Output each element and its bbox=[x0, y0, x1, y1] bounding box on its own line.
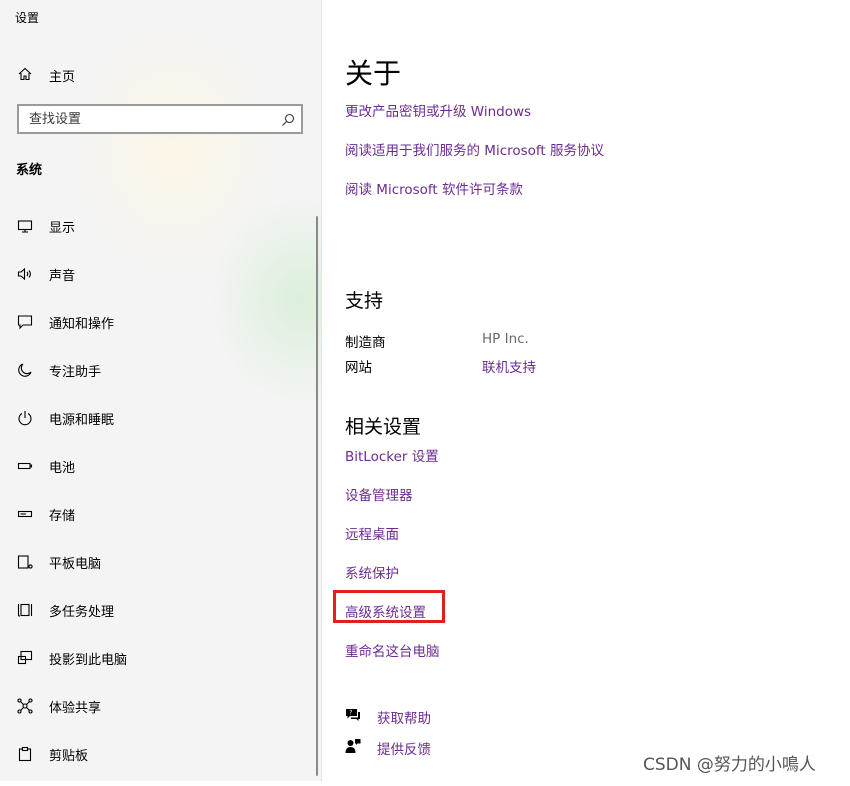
sidebar-item-projecting[interactable]: 投影到此电脑 bbox=[0, 642, 312, 690]
window-title: 设置 bbox=[15, 11, 40, 25]
feedback-icon bbox=[345, 738, 361, 754]
bitlocker-settings-link[interactable]: BitLocker 设置 bbox=[345, 445, 439, 465]
sidebar-item-storage[interactable]: 存储 bbox=[0, 498, 312, 546]
sidebar-item-label: 显示 bbox=[49, 221, 76, 236]
search-box[interactable] bbox=[17, 104, 303, 134]
change-product-key-link[interactable]: 更改产品密钥或升级 Windows bbox=[345, 100, 531, 120]
highlight-box bbox=[333, 590, 445, 623]
help-icon: ? bbox=[345, 707, 361, 723]
watermark: CSDN @努力的小鳴人 bbox=[643, 755, 816, 775]
section-title: 系统 bbox=[16, 163, 43, 178]
moon-icon bbox=[17, 362, 33, 378]
sidebar-item-multitasking[interactable]: 多任务处理 bbox=[0, 594, 312, 642]
online-support-link[interactable]: 联机支持 bbox=[482, 356, 536, 376]
multitask-icon bbox=[17, 602, 33, 618]
message-icon bbox=[17, 314, 33, 330]
website-label: 网站 bbox=[345, 360, 372, 376]
sidebar: 设置 主页 系统 显示 声音 通知和操作 bbox=[0, 0, 322, 781]
remote-desktop-link[interactable]: 远程桌面 bbox=[345, 523, 399, 543]
sidebar-item-battery[interactable]: 电池 bbox=[0, 450, 312, 498]
display-icon bbox=[17, 218, 33, 234]
support-heading: 支持 bbox=[345, 290, 384, 312]
rename-pc-link[interactable]: 重命名这台电脑 bbox=[345, 640, 440, 660]
sidebar-item-power-sleep[interactable]: 电源和睡眠 bbox=[0, 402, 312, 450]
device-manager-link[interactable]: 设备管理器 bbox=[345, 484, 413, 504]
battery-icon bbox=[17, 458, 33, 474]
license-terms-link[interactable]: 阅读 Microsoft 软件许可条款 bbox=[345, 178, 523, 198]
project-icon bbox=[17, 650, 33, 666]
speaker-icon bbox=[17, 266, 33, 282]
sidebar-item-label: 电源和睡眠 bbox=[49, 413, 115, 428]
svg-text:?: ? bbox=[349, 710, 352, 717]
sidebar-item-label: 通知和操作 bbox=[49, 317, 115, 332]
related-settings-heading: 相关设置 bbox=[345, 416, 422, 438]
sidebar-item-display[interactable]: 显示 bbox=[0, 210, 312, 258]
clipboard-icon bbox=[17, 746, 33, 762]
manufacturer-value: HP Inc. bbox=[482, 331, 529, 347]
share-icon bbox=[17, 698, 33, 714]
search-icon[interactable] bbox=[281, 112, 295, 126]
services-agreement-link[interactable]: 阅读适用于我们服务的 Microsoft 服务协议 bbox=[345, 139, 604, 159]
sidebar-nav: 显示 声音 通知和操作 专注助手 电源和睡眠 电池 存储 平板电脑 多任务处理 … bbox=[0, 210, 312, 786]
tablet-icon bbox=[17, 554, 33, 570]
sidebar-item-clipboard[interactable]: 剪贴板 bbox=[0, 738, 312, 786]
sidebar-item-label: 主页 bbox=[49, 70, 76, 85]
give-feedback-link[interactable]: 提供反馈 bbox=[377, 738, 431, 758]
page-title: 关于 bbox=[345, 57, 402, 90]
sidebar-item-tablet[interactable]: 平板电脑 bbox=[0, 546, 312, 594]
manufacturer-label: 制造商 bbox=[345, 335, 386, 351]
get-help-link[interactable]: 获取帮助 bbox=[377, 707, 431, 727]
sidebar-item-label: 投影到此电脑 bbox=[49, 653, 128, 668]
sidebar-item-home[interactable]: 主页 bbox=[0, 60, 320, 88]
sidebar-item-notifications[interactable]: 通知和操作 bbox=[0, 306, 312, 354]
sidebar-item-label: 电池 bbox=[49, 461, 76, 476]
system-protection-link[interactable]: 系统保护 bbox=[345, 562, 399, 582]
sidebar-item-focus-assist[interactable]: 专注助手 bbox=[0, 354, 312, 402]
sidebar-scrollbar[interactable] bbox=[316, 216, 318, 776]
home-icon bbox=[17, 66, 33, 82]
storage-icon bbox=[17, 506, 33, 522]
sidebar-item-label: 剪贴板 bbox=[49, 749, 89, 764]
sidebar-item-label: 声音 bbox=[49, 269, 76, 284]
sidebar-item-sound[interactable]: 声音 bbox=[0, 258, 312, 306]
sidebar-item-label: 体验共享 bbox=[49, 701, 102, 716]
sidebar-item-label: 平板电脑 bbox=[49, 557, 102, 572]
sidebar-item-label: 存储 bbox=[49, 509, 76, 524]
search-input[interactable] bbox=[19, 106, 279, 132]
power-icon bbox=[17, 410, 33, 426]
sidebar-item-label: 专注助手 bbox=[49, 365, 102, 380]
sidebar-item-shared-experiences[interactable]: 体验共享 bbox=[0, 690, 312, 738]
main-content: 关于 更改产品密钥或升级 Windows 阅读适用于我们服务的 Microsof… bbox=[322, 0, 850, 781]
sidebar-item-label: 多任务处理 bbox=[49, 605, 115, 620]
